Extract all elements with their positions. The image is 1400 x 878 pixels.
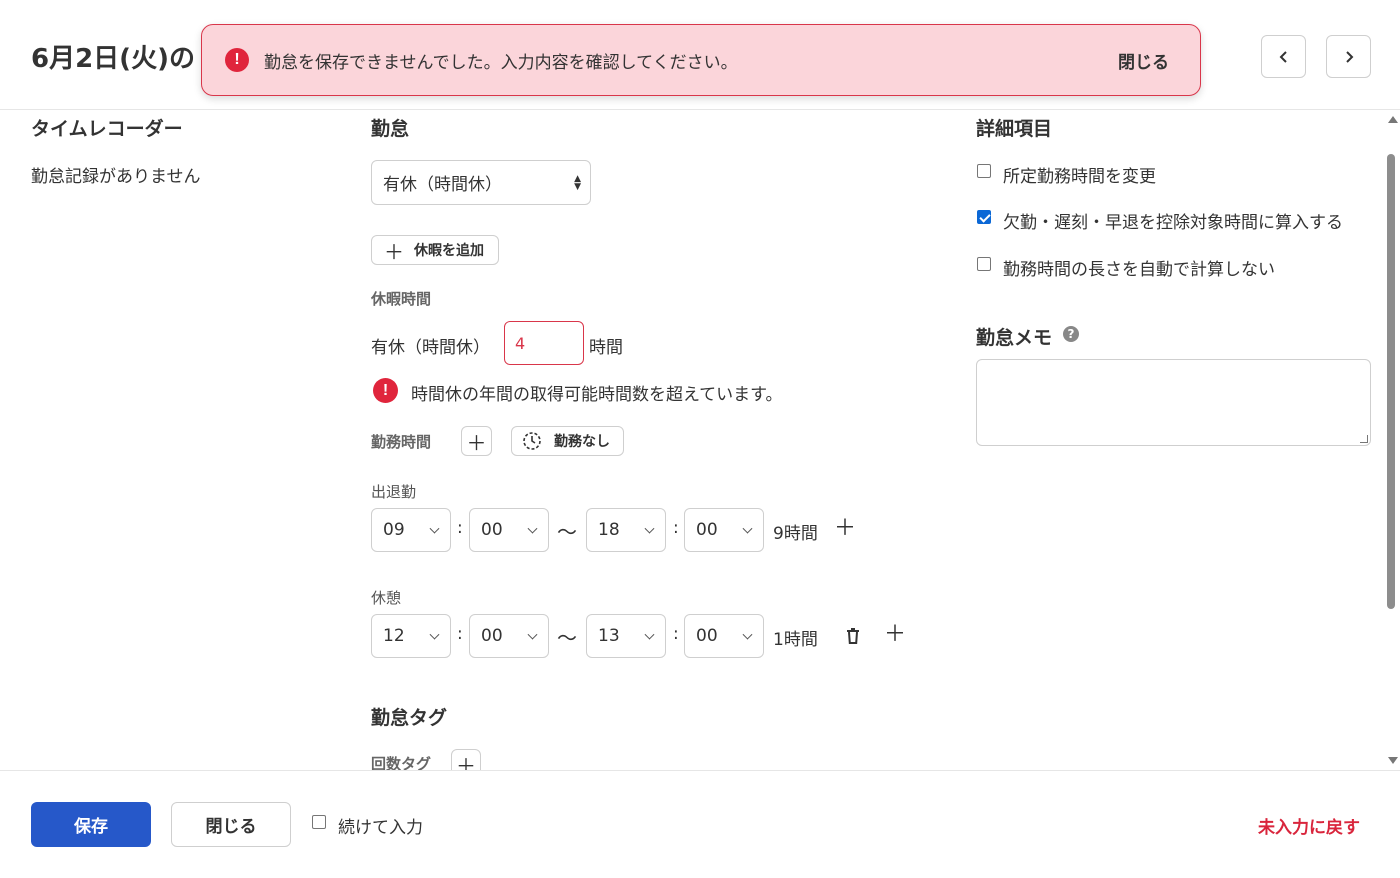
deduct-absence-label: 欠勤・遅刻・早退を控除対象時間に算入する [1003, 213, 1343, 233]
leave-time-label: 休暇時間 [371, 290, 432, 308]
time-separator: : [457, 624, 463, 644]
work-time-label: 勤務時間 [371, 433, 432, 451]
save-button[interactable]: 保存 [31, 802, 151, 847]
memo-title: 勤怠メモ [976, 327, 1053, 349]
no-auto-calc-label: 勤務時間の長さを自動で計算しない [1003, 260, 1275, 280]
time-recorder-title: タイムレコーダー [31, 118, 183, 140]
updown-icon: ▲ ▼ [574, 173, 581, 192]
change-scheduled-hours-checkbox[interactable] [977, 164, 991, 178]
add-break-row-plus-icon[interactable]: ＋ [884, 624, 906, 646]
scroll-up-icon[interactable] [1388, 116, 1398, 123]
work-end-hour-value: 18 [598, 520, 620, 540]
prev-day-button[interactable] [1261, 35, 1306, 78]
break-label: 休憩 [371, 589, 402, 607]
work-end-minute-select[interactable]: 00 [684, 508, 764, 552]
attendance-modal: 6月2日(火)の ! 勤怠を保存できませんでした。入力内容を確認してください。 … [0, 0, 1400, 878]
work-start-hour-value: 09 [383, 520, 405, 540]
chevron-left-icon [1279, 50, 1287, 63]
modal-footer: 保存 閉じる 続けて入力 未入力に戻す [0, 770, 1400, 878]
validation-error-icon: ! [373, 378, 398, 403]
break-start-hour-value: 12 [383, 626, 405, 646]
no-work-label: 勤務なし [554, 434, 610, 450]
clock-in-out-label: 出退勤 [371, 483, 417, 501]
work-start-minute-value: 00 [481, 520, 503, 540]
time-recorder-empty: 勤怠記録がありません [31, 167, 201, 187]
range-separator: 〜 [557, 520, 577, 544]
error-icon: ! [225, 48, 249, 72]
details-title: 詳細項目 [976, 118, 1053, 140]
add-work-time-button[interactable]: ＋ [461, 426, 492, 456]
break-end-hour-value: 13 [598, 626, 620, 646]
next-day-button[interactable] [1326, 35, 1371, 78]
validation-error-message: 時間休の年間の取得可能時間数を超えています。 [411, 385, 783, 405]
clock-dashed-icon [523, 432, 541, 450]
add-leave-button[interactable]: ＋ 休暇を追加 [371, 235, 499, 265]
break-end-minute-value: 00 [696, 626, 718, 646]
attendance-type-select[interactable]: 有休（時間休） ▲ ▼ [371, 160, 591, 205]
attendance-title: 勤怠 [371, 118, 410, 140]
work-end-minute-value: 00 [696, 520, 718, 540]
break-end-minute-select[interactable]: 00 [684, 614, 764, 658]
break-end-hour-select[interactable]: 13 [586, 614, 666, 658]
work-start-minute-select[interactable]: 00 [469, 508, 549, 552]
plus-icon: ＋ [384, 239, 404, 264]
add-break-plus-icon[interactable]: ＋ [834, 518, 856, 540]
continue-input-checkbox[interactable] [312, 815, 326, 829]
attendance-tags-title: 勤怠タグ [371, 707, 448, 729]
break-start-minute-value: 00 [481, 626, 503, 646]
deduct-absence-checkbox[interactable] [977, 210, 991, 224]
work-start-hour-select[interactable]: 09 [371, 508, 451, 552]
change-scheduled-hours-label: 所定勤務時間を変更 [1003, 167, 1156, 187]
help-icon[interactable]: ? [1063, 326, 1079, 342]
toast-close-button[interactable]: 閉じる [1118, 48, 1169, 73]
close-button[interactable]: 閉じる [171, 802, 291, 847]
chevron-right-icon [1345, 50, 1353, 63]
memo-textarea[interactable] [976, 359, 1371, 446]
no-auto-calc-checkbox[interactable] [977, 257, 991, 271]
work-end-hour-select[interactable]: 18 [586, 508, 666, 552]
break-duration: 1時間 [773, 630, 818, 650]
break-start-hour-select[interactable]: 12 [371, 614, 451, 658]
add-leave-label: 休暇を追加 [414, 243, 484, 259]
page-title: 6月2日(火)の [31, 44, 195, 74]
continue-input-label: 続けて入力 [338, 818, 423, 838]
resize-grip-icon[interactable] [1360, 435, 1368, 443]
scroll-down-icon[interactable] [1388, 757, 1398, 764]
toast-message: 勤怠を保存できませんでした。入力内容を確認してください。 [264, 52, 738, 73]
range-separator: 〜 [557, 626, 577, 650]
scroll-thumb[interactable] [1387, 154, 1395, 609]
work-duration: 9時間 [773, 524, 818, 544]
reset-to-empty-link[interactable]: 未入力に戻す [1258, 813, 1360, 838]
content-scrollbar[interactable] [1384, 110, 1400, 770]
count-tags-label: 回数タグ [371, 755, 432, 770]
time-separator: : [673, 518, 679, 538]
plus-icon: ＋ [456, 753, 476, 771]
leave-hours-input[interactable]: 4 [504, 321, 584, 365]
time-separator: : [457, 518, 463, 538]
break-start-minute-select[interactable]: 00 [469, 614, 549, 658]
modal-content: タイムレコーダー 勤怠記録がありません 勤怠 有休（時間休） ▲ ▼ ＋ 休暇を追… [0, 110, 1384, 770]
error-toast: ! 勤怠を保存できませんでした。入力内容を確認してください。 閉じる [201, 24, 1201, 96]
leave-hours-unit: 時間 [589, 338, 623, 358]
time-separator: : [673, 624, 679, 644]
plus-icon: ＋ [466, 430, 487, 455]
leave-type-label: 有休（時間休） [371, 338, 490, 358]
attendance-type-value: 有休（時間休） [383, 175, 502, 195]
trash-icon[interactable] [845, 627, 861, 645]
no-work-button[interactable]: 勤務なし [511, 426, 624, 456]
add-count-tag-button[interactable]: ＋ [451, 749, 481, 770]
